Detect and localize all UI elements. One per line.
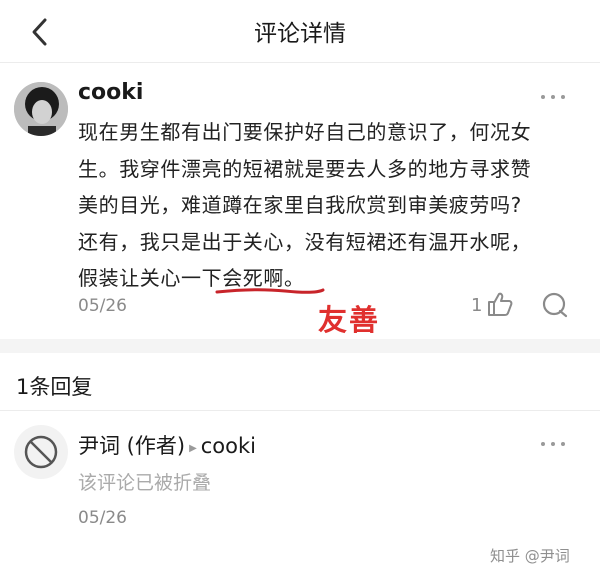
- comment-text: 现在男生都有出门要保护好自己的意识了，何况女 生。我穿件漂亮的短裙就是要去人多的…: [78, 114, 578, 297]
- comment-line: 美的目光，难道蹲在家里自我欣赏到审美疲劳吗?: [78, 193, 522, 217]
- top-bar: 评论详情: [0, 0, 600, 62]
- red-underline-annotation: [215, 288, 325, 294]
- reply-author-line: 尹词 (作者) ▶ cooki: [78, 430, 256, 460]
- prohibited-icon: [24, 435, 58, 469]
- reply-avatar[interactable]: [14, 425, 68, 479]
- watermark: 知乎 @尹词: [490, 547, 570, 565]
- like-button[interactable]: [486, 290, 514, 318]
- reply-author[interactable]: 尹词 (作者): [78, 434, 185, 458]
- folded-comment-notice[interactable]: 该评论已被折叠: [78, 468, 211, 495]
- avatar[interactable]: [14, 82, 68, 136]
- red-annotation-text: 友善: [318, 303, 381, 337]
- more-options-button[interactable]: [538, 89, 568, 105]
- comment-line: 现在男生都有出门要保护好自己的意识了，何况女: [78, 120, 532, 144]
- comment-line: 生。我穿件漂亮的短裙就是要去人多的地方寻求赞: [78, 156, 532, 181]
- page-title: 评论详情: [254, 21, 346, 47]
- reply-target[interactable]: cooki: [201, 434, 256, 458]
- reply-date: 05/26: [78, 508, 127, 528]
- like-count: 1: [471, 295, 483, 316]
- reply-arrow-icon: ▶: [189, 443, 197, 454]
- replies-heading: 1条回复: [16, 375, 93, 399]
- section-gap: [0, 339, 600, 353]
- thumbs-up-icon: [488, 292, 513, 316]
- comment-date: 05/26: [78, 296, 127, 316]
- comment-author[interactable]: cooki: [78, 80, 143, 105]
- reply-more-options-button[interactable]: [538, 436, 568, 452]
- reply-button[interactable]: [540, 290, 570, 320]
- comment-line: 还有，我只是出于关心，没有短裙还有温开水呢，: [78, 229, 532, 254]
- comment-bubble-icon: [542, 292, 568, 318]
- section-divider: [0, 410, 600, 411]
